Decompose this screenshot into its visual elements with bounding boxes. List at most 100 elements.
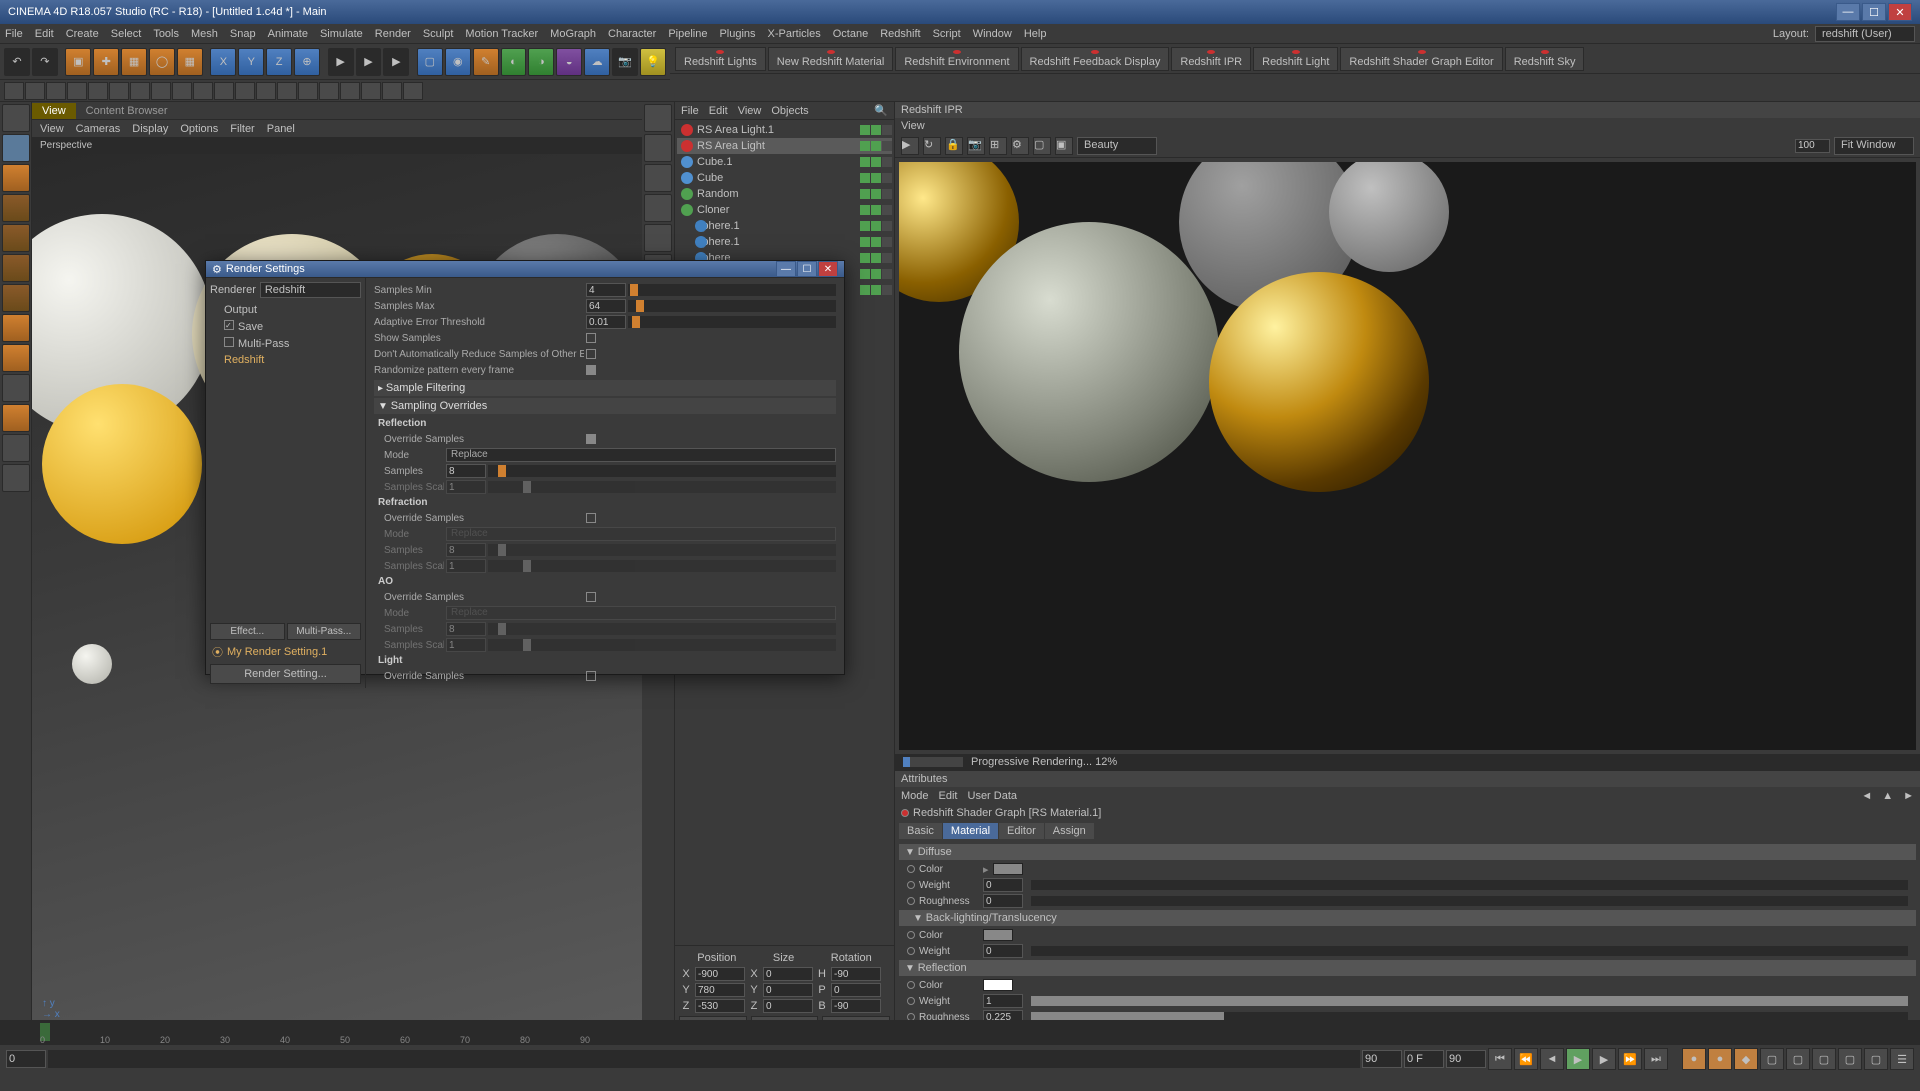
menu-redshift[interactable]: Redshift <box>880 28 920 40</box>
axis-y-icon[interactable]: Y <box>238 48 264 76</box>
menu-mesh[interactable]: Mesh <box>191 28 218 40</box>
tl-end-input[interactable] <box>1362 1050 1402 1068</box>
record-icon[interactable]: ● <box>1682 1048 1706 1070</box>
visibility-render-icon[interactable] <box>871 205 881 215</box>
obj-menu-edit[interactable]: Edit <box>709 105 728 117</box>
menu-tools[interactable]: Tools <box>153 28 179 40</box>
point-mode-icon[interactable] <box>2 224 30 252</box>
tb2-icon[interactable] <box>151 82 171 100</box>
diffuse-weight-input[interactable] <box>983 878 1023 892</box>
scale-key-icon[interactable]: ▢ <box>1786 1048 1810 1070</box>
object-tag-icon[interactable] <box>882 253 892 263</box>
dialog-maximize-button[interactable]: ☐ <box>797 261 817 277</box>
param-dot[interactable] <box>907 947 915 955</box>
refl-weight-input[interactable] <box>983 994 1023 1008</box>
mid-icon[interactable] <box>644 194 672 222</box>
visibility-editor-icon[interactable] <box>860 221 870 231</box>
back-weight-input[interactable] <box>983 944 1023 958</box>
prev-key-icon[interactable]: ⏪ <box>1514 1048 1538 1070</box>
tb2-icon[interactable] <box>4 82 24 100</box>
ipr-zoom-input[interactable] <box>1795 139 1830 153</box>
coord-pos-input[interactable] <box>695 999 745 1013</box>
object-row[interactable]: RS Area Light.1 <box>677 122 892 138</box>
model-mode-icon[interactable] <box>2 134 30 162</box>
refl-mode-dropdown[interactable]: Replace <box>446 448 836 462</box>
tb2-icon[interactable] <box>319 82 339 100</box>
tb2-icon[interactable] <box>130 82 150 100</box>
visibility-editor-icon[interactable] <box>860 157 870 167</box>
rs-material-button[interactable]: New Redshift Material <box>768 47 894 71</box>
attr-tab-basic[interactable]: Basic <box>899 823 942 839</box>
timeline-track[interactable] <box>48 1050 1360 1068</box>
obj-menu-view[interactable]: View <box>738 105 762 117</box>
attr-nav-prev[interactable]: ◄ <box>1861 790 1872 802</box>
pos-key-icon[interactable]: ▢ <box>1760 1048 1784 1070</box>
render-icon[interactable]: ▶ <box>328 48 354 76</box>
attr-nav-next[interactable]: ► <box>1903 790 1914 802</box>
cube-icon[interactable]: ▢ <box>417 48 443 76</box>
param-dot[interactable] <box>907 897 915 905</box>
next-key-icon[interactable]: ⏩ <box>1618 1048 1642 1070</box>
ipr-bucket-icon[interactable]: ▢ <box>1033 137 1051 155</box>
menu-simulate[interactable]: Simulate <box>320 28 363 40</box>
viewport-tab-view[interactable]: View <box>32 103 76 119</box>
show-samples-checkbox[interactable] <box>586 333 596 343</box>
visibility-render-icon[interactable] <box>871 157 881 167</box>
samples-max-slider[interactable] <box>628 300 836 312</box>
menu-mograph[interactable]: MoGraph <box>550 28 596 40</box>
object-tag-icon[interactable] <box>882 125 892 135</box>
tl-cur-input[interactable] <box>1404 1050 1444 1068</box>
tb2-icon[interactable] <box>361 82 381 100</box>
ao-override-checkbox[interactable] <box>586 592 596 602</box>
play-icon[interactable]: ▶ <box>1566 1048 1590 1070</box>
object-tag-icon[interactable] <box>882 221 892 231</box>
tree-save[interactable]: Save <box>210 318 361 335</box>
param-dot[interactable] <box>907 881 915 889</box>
param-dot[interactable] <box>907 931 915 939</box>
vp-menu-filter[interactable]: Filter <box>230 123 254 135</box>
obj-menu-file[interactable]: File <box>681 105 699 117</box>
object-row[interactable]: Random <box>677 186 892 202</box>
tb2-icon[interactable] <box>403 82 423 100</box>
light-override-checkbox[interactable] <box>586 671 596 681</box>
obj-menu-objects[interactable]: Objects <box>771 105 808 117</box>
rs-light-button[interactable]: Redshift Light <box>1253 47 1338 71</box>
object-tag-icon[interactable] <box>882 285 892 295</box>
close-button[interactable]: ✕ <box>1888 3 1912 21</box>
object-tag-icon[interactable] <box>882 173 892 183</box>
lasttool-icon[interactable]: ▦ <box>177 48 203 76</box>
coord-size-input[interactable] <box>763 967 813 981</box>
rs-lights-button[interactable]: Redshift Lights <box>675 47 766 71</box>
object-tag-icon[interactable] <box>882 269 892 279</box>
dont-reduce-checkbox[interactable] <box>586 349 596 359</box>
ipr-snapshot-icon[interactable]: 📷 <box>967 137 985 155</box>
move-icon[interactable]: ✚ <box>93 48 119 76</box>
param-dot[interactable] <box>907 865 915 873</box>
tl-start-input[interactable] <box>6 1050 46 1068</box>
tb2-icon[interactable] <box>172 82 192 100</box>
snap-icon[interactable] <box>2 374 30 402</box>
menu-help[interactable]: Help <box>1024 28 1047 40</box>
ipr-aov-dropdown[interactable]: Beauty <box>1077 137 1157 155</box>
visibility-render-icon[interactable] <box>871 125 881 135</box>
search-icon[interactable]: 🔍 <box>874 104 888 117</box>
visibility-editor-icon[interactable] <box>860 269 870 279</box>
mid-icon[interactable] <box>644 134 672 162</box>
dopesheet-icon[interactable]: ☰ <box>1890 1048 1914 1070</box>
nurbs-icon[interactable]: ◐ <box>501 48 527 76</box>
attr-menu-edit[interactable]: Edit <box>939 790 958 802</box>
renderer-dropdown[interactable]: Redshift <box>260 282 361 298</box>
visibility-editor-icon[interactable] <box>860 237 870 247</box>
tb2-icon[interactable] <box>298 82 318 100</box>
visibility-render-icon[interactable] <box>871 173 881 183</box>
axis-z-icon[interactable]: Z <box>266 48 292 76</box>
diffuse-color-swatch[interactable] <box>993 863 1023 875</box>
coord-pos-input[interactable] <box>695 983 745 997</box>
rs-sky-button[interactable]: Redshift Sky <box>1505 47 1585 71</box>
viewport-tab-content[interactable]: Content Browser <box>76 103 178 119</box>
vp-menu-cameras[interactable]: Cameras <box>76 123 121 135</box>
diffuse-roughness-input[interactable] <box>983 894 1023 908</box>
object-tag-icon[interactable] <box>882 189 892 199</box>
mid-icon[interactable] <box>644 164 672 192</box>
attr-tab-editor[interactable]: Editor <box>999 823 1044 839</box>
